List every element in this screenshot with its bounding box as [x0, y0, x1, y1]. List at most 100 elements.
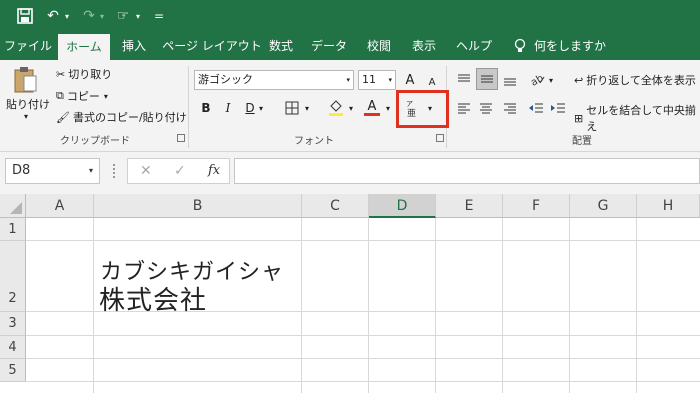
tell-me-search[interactable]: 何をしますか	[534, 32, 606, 60]
formula-buttons: ✕ ✓ fx	[127, 158, 230, 184]
scissors-icon: ✂	[56, 67, 66, 81]
font-color-dropdown-icon[interactable]: ▾	[383, 98, 393, 118]
tab-home[interactable]: ホーム	[58, 34, 110, 60]
cut-label: 切り取り	[68, 68, 113, 81]
select-all-button[interactable]	[0, 194, 26, 218]
tab-formulas[interactable]: 数式	[262, 32, 300, 60]
font-color-bar	[364, 112, 380, 116]
align-middle-icon[interactable]	[476, 68, 498, 90]
copy-dropdown-icon: ▾	[103, 91, 108, 101]
column-header-c[interactable]: C	[302, 194, 369, 218]
tab-view[interactable]: 表示	[405, 32, 443, 60]
font-size-combo[interactable]: 11 ▾	[358, 70, 396, 90]
redo-dropdown-icon[interactable]: ▾	[97, 6, 107, 26]
ribbon-tabs: ファイル ホーム 挿入 ページ レイアウト 数式 データ 校閲 表示 ヘルプ 何…	[0, 32, 700, 60]
align-top-icon[interactable]	[454, 70, 474, 90]
gridline	[435, 218, 436, 393]
name-box-dropdown-icon[interactable]: ▾	[89, 159, 93, 183]
gridline	[26, 240, 700, 241]
highlight-box	[396, 90, 449, 128]
gridline	[301, 218, 302, 393]
cell-b2-value[interactable]: 株式会社	[99, 280, 207, 317]
enter-icon[interactable]: ✓	[174, 163, 186, 179]
row-header-3[interactable]: 3	[0, 312, 26, 336]
shrink-font-button[interactable]: A	[422, 72, 442, 92]
increase-indent-icon[interactable]	[548, 98, 568, 118]
gridline	[636, 218, 637, 393]
column-header-f[interactable]: F	[503, 194, 570, 218]
undo-icon[interactable]: ↶	[44, 6, 62, 26]
row-header-1[interactable]: 1	[0, 218, 26, 241]
orientation-icon[interactable]: ab	[528, 70, 548, 90]
align-right-icon[interactable]	[500, 98, 520, 118]
clipboard-launcher-icon[interactable]	[177, 134, 185, 142]
cancel-icon[interactable]: ✕	[140, 163, 152, 179]
italic-button[interactable]: I	[218, 98, 238, 118]
decrease-indent-icon[interactable]	[526, 98, 546, 118]
customize-qat-icon[interactable]: =	[152, 6, 166, 26]
underline-dropdown-icon[interactable]: ▾	[256, 98, 266, 118]
touch-mode-dropdown-icon[interactable]: ▾	[133, 6, 143, 26]
merge-label: セルを結合して中央揃え	[586, 104, 696, 133]
column-header-h[interactable]: H	[637, 194, 700, 218]
copy-label: コピー	[66, 90, 100, 103]
column-header-b[interactable]: B	[94, 194, 302, 218]
insert-function-icon[interactable]: fx	[208, 163, 220, 178]
fill-color-dropdown-icon[interactable]: ▾	[346, 98, 356, 118]
border-icon[interactable]	[282, 98, 302, 118]
cut-button[interactable]: ✂ 切り取り	[56, 66, 112, 82]
formula-input[interactable]	[234, 158, 700, 184]
name-box-value: D8	[12, 163, 31, 178]
font-launcher-icon[interactable]	[436, 134, 444, 142]
paste-icon[interactable]	[12, 66, 46, 94]
wrap-text-icon: ↩	[574, 73, 584, 87]
redo-icon[interactable]: ↷	[80, 6, 98, 26]
formula-bar-grip-icon	[113, 164, 116, 178]
touch-mode-icon[interactable]: ☞	[113, 6, 133, 26]
paste-dropdown-icon[interactable]: ▾	[24, 112, 28, 121]
svg-text:ab: ab	[530, 73, 545, 87]
format-painter-button[interactable]: 🖌 書式のコピー/貼り付け	[56, 109, 187, 125]
copy-icon: ⧉	[56, 89, 64, 102]
ribbon: 貼り付け ▾ ✂ 切り取り ⧉ コピー ▾ 🖌 書式のコピー/貼り付け クリップ…	[0, 60, 700, 152]
save-icon[interactable]	[14, 6, 36, 26]
row-header-4[interactable]: 4	[0, 336, 26, 359]
tab-help[interactable]: ヘルプ	[450, 32, 498, 60]
quick-access-toolbar: ↶ ▾ ↷ ▾ ☞ ▾ =	[0, 0, 700, 32]
align-center-icon[interactable]	[476, 98, 496, 118]
name-box[interactable]: D8 ▾	[5, 158, 100, 184]
column-header-e[interactable]: E	[436, 194, 503, 218]
merge-center-button[interactable]: ⊞ セルを結合して中央揃え	[574, 102, 700, 134]
format-painter-label: 書式のコピー/貼り付け	[72, 111, 187, 124]
copy-button[interactable]: ⧉ コピー ▾	[56, 88, 108, 104]
paste-button[interactable]: 貼り付け	[6, 96, 50, 112]
font-name-combo[interactable]: 游ゴシック ▾	[194, 70, 354, 90]
tab-insert[interactable]: 挿入	[114, 32, 154, 60]
font-color-glyph: A	[367, 98, 377, 114]
row-header-2[interactable]: 2	[0, 241, 26, 312]
row-header-5[interactable]: 5	[0, 359, 26, 382]
grow-font-button[interactable]: A	[400, 70, 420, 90]
align-left-icon[interactable]	[454, 98, 474, 118]
bold-button[interactable]: B	[196, 98, 216, 118]
column-header-g[interactable]: G	[570, 194, 637, 218]
tab-file[interactable]: ファイル	[4, 32, 52, 60]
gridline	[569, 218, 570, 393]
align-bottom-icon[interactable]	[500, 70, 520, 90]
column-header-a[interactable]: A	[26, 194, 94, 218]
orientation-dropdown-icon[interactable]: ▾	[546, 70, 556, 90]
font-color-icon[interactable]: A	[362, 98, 382, 118]
font-name-value: 游ゴシック	[198, 73, 253, 86]
fill-color-icon[interactable]	[326, 98, 346, 118]
border-dropdown-icon[interactable]: ▾	[302, 98, 312, 118]
gridline	[26, 335, 700, 336]
gridline	[26, 358, 700, 359]
column-header-d[interactable]: D	[369, 194, 436, 218]
font-size-dropdown-icon: ▾	[388, 76, 392, 84]
tab-data[interactable]: データ	[306, 32, 352, 60]
wrap-text-label: 折り返して全体を表示	[586, 74, 696, 87]
wrap-text-button[interactable]: ↩ 折り返して全体を表示	[574, 72, 696, 88]
undo-dropdown-icon[interactable]: ▾	[62, 6, 72, 26]
tab-page-layout[interactable]: ページ レイアウト	[162, 32, 262, 60]
tab-review[interactable]: 校閲	[360, 32, 398, 60]
